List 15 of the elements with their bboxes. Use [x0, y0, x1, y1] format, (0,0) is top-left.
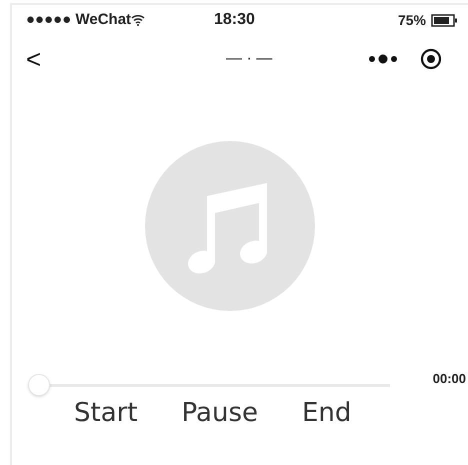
control-button[interactable]: Pause: [182, 394, 258, 433]
clock-label: 18:30: [214, 10, 255, 30]
control-button[interactable]: End: [302, 394, 352, 433]
control-button[interactable]: Start: [74, 394, 138, 433]
page-title: — · —: [226, 49, 272, 69]
back-button[interactable]: <: [26, 40, 56, 78]
progress-slider[interactable]: [28, 374, 390, 396]
slider-thumb[interactable]: [28, 374, 50, 396]
more-icon[interactable]: [368, 54, 398, 64]
music-note-icon: [145, 141, 315, 311]
battery-label: 75%: [398, 10, 426, 30]
battery-icon: [431, 14, 458, 26]
elapsed-time: 00:00: [432, 370, 466, 388]
carrier-label: ●●●●● WeChat: [26, 10, 132, 30]
wifi-icon: [131, 14, 146, 26]
